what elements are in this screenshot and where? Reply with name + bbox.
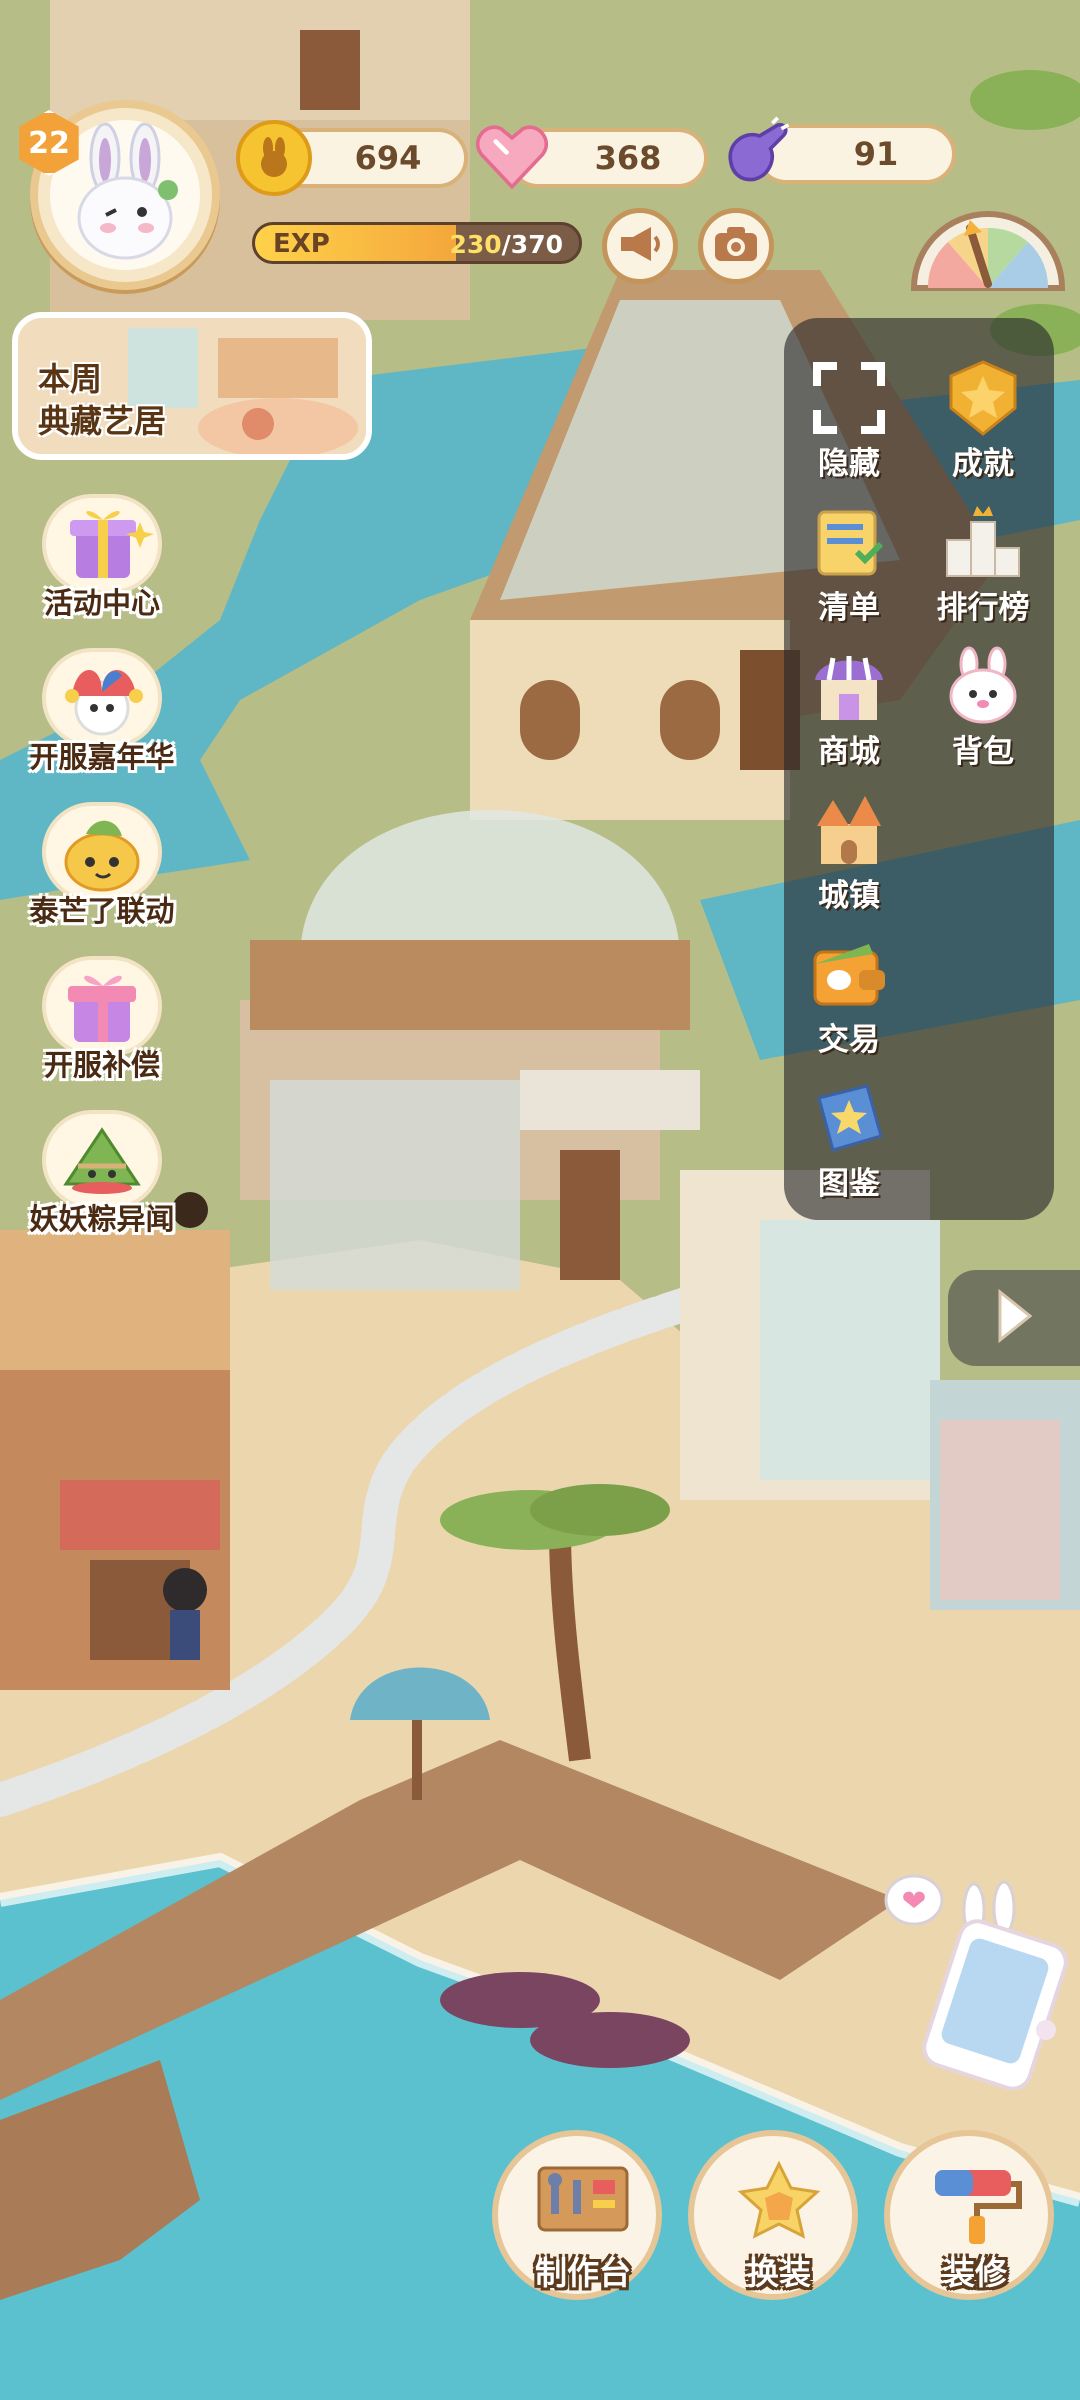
gift-box-icon (42, 494, 162, 594)
event-label: 活动中心 (43, 586, 160, 620)
menu-label: 交易 (818, 1022, 880, 1058)
megaphone-icon (617, 223, 663, 269)
event-label: 妖妖粽异闻 (29, 1202, 175, 1236)
weekly-collection-banner[interactable]: 本周 典藏艺居 (12, 312, 372, 460)
podium-icon (943, 502, 1023, 582)
menu-label: 图鉴 (818, 1166, 880, 1202)
player-level-badge: 22 (16, 110, 82, 176)
event-opening-carnival[interactable]: 开服嘉年华 (10, 648, 200, 788)
announcement-button[interactable] (602, 208, 678, 284)
menu-label: 城镇 (818, 878, 880, 914)
action-label: 换装 (746, 2254, 811, 2292)
rainbow-gauge-icon (910, 211, 1066, 291)
menu-hide[interactable]: 隐藏 (784, 352, 914, 492)
outfit-button[interactable]: 换装 (688, 2130, 858, 2300)
event-activity-center[interactable]: 活动中心 (10, 494, 200, 634)
bunny-phone-icon (884, 1874, 1068, 2091)
phone-button[interactable] (880, 1870, 1070, 2091)
event-mango-collab[interactable]: 泰芒了联动 (10, 802, 200, 942)
event-label: 开服嘉年华 (29, 740, 175, 774)
event-label: 泰芒了联动 (29, 894, 175, 928)
bunny-bag-icon (943, 646, 1023, 726)
menu-label: 排行榜 (936, 590, 1030, 626)
star-book-icon (809, 1078, 889, 1158)
menu-label: 商城 (818, 734, 880, 770)
hide-frame-icon (809, 358, 889, 438)
chevron-right-icon (992, 1286, 1036, 1350)
mango-character-icon (42, 802, 162, 902)
menu-achievements[interactable]: 成就 (918, 352, 1048, 492)
workbench-button[interactable]: 制作台 (492, 2130, 662, 2300)
exp-value: 230/370 (449, 230, 563, 259)
expand-panel-button[interactable] (948, 1270, 1080, 1366)
coin-icon (236, 120, 312, 196)
workbench-icon (533, 2158, 633, 2248)
trade-wallet-icon (809, 934, 889, 1014)
event-label: 开服补偿 (43, 1048, 160, 1082)
menu-town[interactable]: 城镇 (784, 784, 914, 924)
menu-checklist[interactable]: 清单 (784, 496, 914, 636)
exp-bar: EXP 230/370 (252, 222, 582, 264)
weekly-banner-title: 本周 典藏艺居 (38, 358, 166, 442)
menu-label: 成就 (952, 446, 1014, 482)
heart-gem-icon (474, 118, 550, 194)
menu-backpack[interactable]: 背包 (918, 640, 1048, 780)
zongzi-icon (42, 1110, 162, 1210)
jester-hat-icon (42, 648, 162, 748)
menu-trade[interactable]: 交易 (784, 928, 914, 1068)
camera-icon (713, 225, 759, 267)
pink-gift-icon (42, 956, 162, 1056)
energy-value: 91 (853, 135, 899, 173)
exp-max: /370 (501, 230, 563, 259)
menu-label: 隐藏 (818, 446, 880, 482)
action-label: 制作台 (534, 2254, 631, 2292)
shop-icon (809, 646, 889, 726)
menu-label: 清单 (818, 590, 880, 626)
checklist-icon (809, 502, 889, 582)
magic-glove-icon (718, 116, 794, 192)
menu-label: 背包 (952, 734, 1014, 770)
star-badge-icon (943, 358, 1023, 438)
player-level: 22 (28, 125, 70, 161)
exp-current: 230 (449, 230, 502, 259)
castle-icon (809, 790, 889, 870)
outfit-star-icon (729, 2158, 829, 2248)
menu-collection[interactable]: 图鉴 (784, 1072, 914, 1212)
menu-shop[interactable]: 商城 (784, 640, 914, 780)
weekly-banner-line1: 本周 (38, 360, 103, 398)
event-opening-compensation[interactable]: 开服补偿 (10, 956, 200, 1096)
event-zongzi-tale[interactable]: 妖妖粽异闻 (10, 1110, 200, 1250)
paint-roller-icon (925, 2158, 1025, 2248)
weekly-banner-line2: 典藏艺居 (38, 402, 167, 440)
hearts-value: 368 (594, 139, 662, 177)
action-label: 装修 (942, 2254, 1007, 2292)
camera-button[interactable] (698, 208, 774, 284)
weather-gauge-button[interactable] (908, 192, 1068, 292)
decorate-button[interactable]: 装修 (884, 2130, 1054, 2300)
coins-value: 694 (354, 139, 422, 177)
menu-leaderboard[interactable]: 排行榜 (918, 496, 1048, 636)
exp-label: EXP (273, 229, 330, 259)
